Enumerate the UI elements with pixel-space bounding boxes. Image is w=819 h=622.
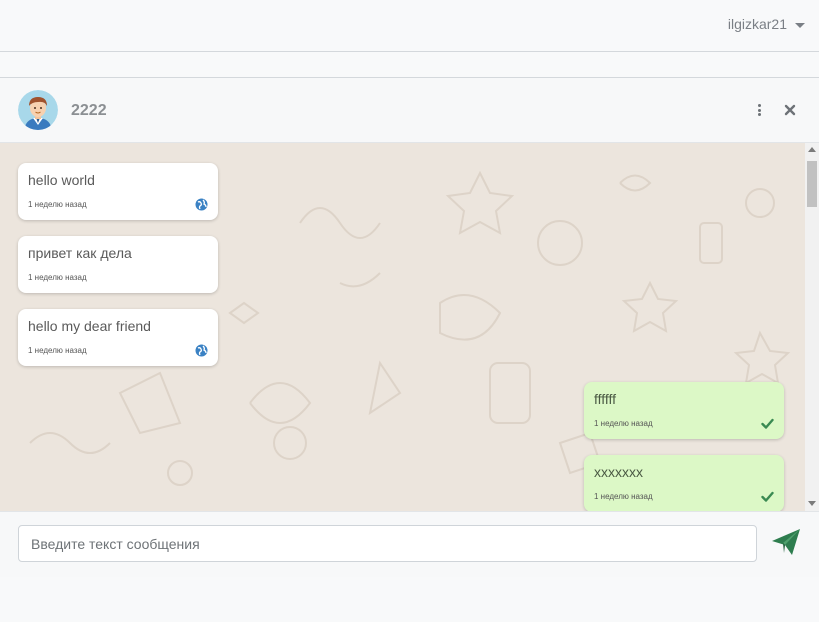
caret-down-icon bbox=[795, 22, 805, 28]
scroll-thumb[interactable] bbox=[807, 161, 817, 207]
message-text: ffffff bbox=[594, 391, 617, 407]
chat-panel: 2222 hello world 1 неделю назад привет к… bbox=[0, 77, 819, 577]
message-time: 1 неделю назад bbox=[28, 200, 87, 209]
message-text: hello my dear friend bbox=[28, 318, 151, 334]
close-icon[interactable] bbox=[783, 103, 797, 117]
message-bubble-outgoing[interactable]: xxxxxxx 1 неделю назад bbox=[584, 455, 784, 511]
message-list-scrollbar[interactable] bbox=[805, 143, 819, 511]
contact-name: 2222 bbox=[71, 102, 107, 119]
message-text: привет как дела bbox=[28, 245, 132, 261]
message-bubble-incoming[interactable]: hello my dear friend 1 неделю назад bbox=[18, 309, 218, 366]
message-text: hello world bbox=[28, 172, 95, 188]
user-menu-dropdown[interactable]: ilgizkar21 bbox=[728, 16, 805, 32]
message-time: 1 неделю назад bbox=[594, 419, 653, 428]
top-navbar: ilgizkar21 bbox=[0, 0, 819, 52]
username-label: ilgizkar21 bbox=[727, 16, 787, 32]
globe-icon bbox=[195, 344, 208, 357]
message-bubble-incoming[interactable]: hello world 1 неделю назад bbox=[18, 163, 218, 220]
message-input[interactable] bbox=[18, 525, 757, 562]
vertical-dots-icon[interactable] bbox=[753, 102, 765, 118]
message-list[interactable]: hello world 1 неделю назад привет как де… bbox=[0, 143, 805, 511]
chat-header: 2222 bbox=[0, 78, 819, 143]
check-icon bbox=[761, 491, 774, 502]
message-time: 1 неделю назад bbox=[28, 346, 87, 355]
scroll-up-arrow-icon[interactable] bbox=[808, 147, 816, 152]
send-button[interactable] bbox=[770, 526, 802, 558]
paper-plane-icon bbox=[772, 529, 800, 555]
check-icon bbox=[761, 418, 774, 429]
message-time: 1 неделю назад bbox=[594, 492, 653, 501]
message-text: xxxxxxx bbox=[594, 464, 643, 480]
message-time: 1 неделю назад bbox=[28, 273, 87, 282]
avatar bbox=[18, 90, 58, 130]
message-bubble-outgoing[interactable]: ffffff 1 неделю назад bbox=[584, 382, 784, 439]
message-bubble-incoming[interactable]: привет как дела 1 неделю назад bbox=[18, 236, 218, 293]
scroll-down-arrow-icon[interactable] bbox=[808, 501, 816, 506]
globe-icon bbox=[195, 198, 208, 211]
message-composer bbox=[0, 511, 819, 577]
